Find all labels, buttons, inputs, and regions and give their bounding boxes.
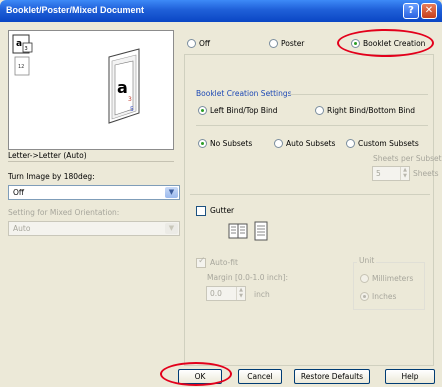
bind-right-label: Right Bind/Bottom Bind [327, 106, 416, 115]
gutter-checkbox[interactable] [196, 206, 206, 216]
mixed-orientation-value: Auto [13, 224, 31, 233]
window-title: Booklet/Poster/Mixed Document [6, 5, 145, 15]
custom-subsets-label: Custom Subsets [358, 139, 419, 148]
close-icon[interactable]: ✕ [421, 3, 437, 19]
bind-divider [196, 125, 428, 126]
no-subsets-label: No Subsets [210, 139, 253, 148]
cancel-button[interactable]: Cancel [238, 369, 282, 384]
svg-text:a: a [16, 39, 22, 49]
rotate-value: Off [13, 188, 25, 197]
svg-text:a: a [117, 78, 128, 97]
dialog-window: Booklet/Poster/Mixed Document ? ✕ a 3 12… [0, 0, 442, 387]
chevron-down-icon[interactable]: ▼ [401, 173, 409, 179]
auto-subsets-radio[interactable] [274, 139, 283, 148]
rotate-label: Turn Image by 180deg: [8, 172, 95, 181]
chevron-down-icon[interactable]: ▼ [165, 187, 178, 198]
mode-booklet-label: Booklet Creation [363, 39, 426, 48]
gutter-divider [190, 194, 430, 195]
booklet-settings-rule [290, 94, 428, 95]
svg-text:5: 5 [130, 106, 134, 113]
autofit-checkbox[interactable] [196, 256, 206, 268]
bind-right-radio[interactable] [315, 106, 324, 115]
mode-booklet-radio[interactable] [351, 39, 360, 48]
booklet-settings-heading: Booklet Creation Settings [196, 89, 292, 98]
custom-subsets-radio[interactable] [346, 139, 355, 148]
page-icon [254, 221, 268, 241]
chevron-down-icon[interactable]: ▼ [237, 293, 245, 299]
gutter-label: Gutter [210, 206, 235, 215]
sheets-unit: Sheets [413, 169, 439, 178]
bind-left-radio[interactable] [198, 106, 207, 115]
margin-value: 0.0 [210, 289, 222, 298]
unit-group-box [353, 262, 425, 310]
mode-off-label: Off [199, 39, 211, 48]
auto-subsets-label: Auto Subsets [286, 139, 336, 148]
chevron-down-icon[interactable]: ▼ [165, 223, 178, 234]
layout-preview: a 3 12 a 3 5 [8, 30, 174, 150]
margin-label: Margin [0.0-1.0 inch]: [207, 273, 289, 282]
bind-left-label: Left Bind/Top Bind [210, 106, 278, 115]
title-bar: Booklet/Poster/Mixed Document ? ✕ [0, 0, 442, 22]
margin-unit: inch [254, 290, 270, 299]
unit-mm-radio[interactable] [360, 274, 369, 283]
open-book-icon [228, 223, 248, 239]
svg-text:3: 3 [25, 46, 28, 52]
unit-inches-radio[interactable] [360, 292, 369, 301]
mode-poster-radio[interactable] [269, 39, 278, 48]
unit-label: Unit [357, 256, 377, 265]
booklet-preview-image: a 3 12 a 3 5 [12, 34, 140, 124]
svg-text:3: 3 [128, 96, 132, 103]
help-icon[interactable]: ? [403, 3, 419, 19]
preview-divider [8, 161, 174, 162]
stepper-buttons[interactable]: ▲ ▼ [400, 167, 409, 180]
svg-text:12: 12 [18, 64, 24, 70]
sheets-per-subset-stepper[interactable]: 5 ▲ ▼ [372, 166, 410, 181]
rotate-select[interactable]: Off ▼ [8, 185, 180, 200]
mode-off-radio[interactable] [187, 39, 196, 48]
mode-poster-label: Poster [281, 39, 305, 48]
stepper-buttons[interactable]: ▲ ▼ [236, 287, 245, 300]
mixed-orientation-select[interactable]: Auto ▼ [8, 221, 180, 236]
autofit-label: Auto-fit [210, 258, 238, 267]
unit-mm-label: Millimeters [372, 274, 414, 283]
sheets-per-subset-label: Sheets per Subset: [373, 154, 442, 163]
no-subsets-radio[interactable] [198, 139, 207, 148]
margin-stepper[interactable]: 0.0 ▲ ▼ [206, 286, 246, 301]
restore-defaults-button[interactable]: Restore Defaults [294, 369, 370, 384]
unit-inches-label: Inches [372, 292, 397, 301]
mixed-orientation-label: Setting for Mixed Orientation: [8, 208, 120, 217]
sheets-per-subset-value: 5 [376, 169, 381, 178]
help-button[interactable]: Help [385, 369, 435, 384]
preview-caption: Letter->Letter (Auto) [8, 151, 87, 160]
ok-button[interactable]: OK [178, 369, 222, 384]
